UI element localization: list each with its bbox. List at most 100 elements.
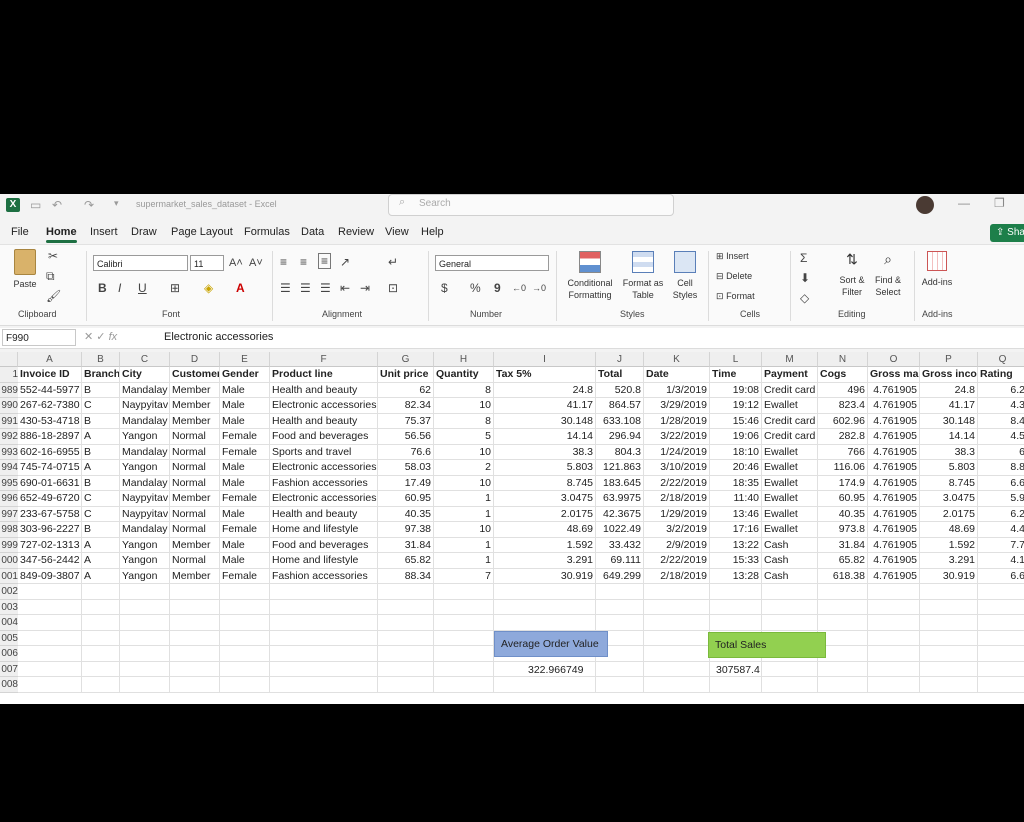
orientation-icon[interactable]: ↗ <box>340 255 350 269</box>
cell[interactable]: 1 <box>434 537 494 553</box>
row-header[interactable]: 007 <box>0 661 18 677</box>
row-header[interactable]: 989 <box>0 382 18 398</box>
increase-decimal-icon[interactable]: ←0 <box>512 281 526 295</box>
cell[interactable]: 4.3 <box>978 398 1024 414</box>
cell[interactable]: 886-18-2897 <box>18 429 82 445</box>
cell[interactable]: A <box>82 429 120 445</box>
tab-formulas[interactable]: Formulas <box>244 226 290 238</box>
column-header[interactable]: J <box>596 352 644 367</box>
cell[interactable]: 11:40 <box>710 491 762 507</box>
cell[interactable]: 5 <box>434 429 494 445</box>
cell[interactable] <box>434 584 494 600</box>
cell[interactable] <box>18 661 82 677</box>
cell[interactable]: Tax 5% <box>494 367 596 383</box>
cell[interactable]: A <box>82 553 120 569</box>
cell[interactable]: 766 <box>818 444 868 460</box>
cell[interactable]: 649.299 <box>596 568 644 584</box>
cell[interactable] <box>596 661 644 677</box>
cell[interactable] <box>120 646 170 662</box>
column-header[interactable]: Q <box>978 352 1024 367</box>
cell[interactable] <box>596 615 644 631</box>
tab-page-layout[interactable]: Page Layout <box>171 226 233 238</box>
cell[interactable] <box>710 584 762 600</box>
cell[interactable]: 4.761905 <box>868 429 920 445</box>
cell[interactable]: 690-01-6631 <box>18 475 82 491</box>
cell[interactable]: 2.0175 <box>494 506 596 522</box>
cell[interactable] <box>120 584 170 600</box>
borders-icon[interactable]: ⊞ <box>170 281 180 295</box>
cell[interactable]: 40.35 <box>818 506 868 522</box>
cell[interactable]: Health and beauty <box>270 506 378 522</box>
cell[interactable]: Normal <box>170 429 220 445</box>
cell[interactable]: Member <box>170 382 220 398</box>
tab-help[interactable]: Help <box>421 226 444 238</box>
cell[interactable] <box>378 677 434 693</box>
cell[interactable] <box>868 584 920 600</box>
row-header[interactable]: 995 <box>0 475 18 491</box>
cell[interactable] <box>868 661 920 677</box>
cell[interactable] <box>120 661 170 677</box>
cell[interactable]: 17:16 <box>710 522 762 538</box>
cell[interactable] <box>920 584 978 600</box>
wrap-text-icon[interactable]: ↵ <box>388 255 398 269</box>
cell[interactable]: 4.761905 <box>868 413 920 429</box>
cell[interactable]: 30.148 <box>920 413 978 429</box>
cell[interactable]: Member <box>170 491 220 507</box>
delete-cells-button[interactable]: ⊟ Delete <box>716 271 752 282</box>
cell[interactable]: 1/29/2019 <box>644 506 710 522</box>
cell[interactable] <box>868 646 920 662</box>
cell[interactable]: 8.4 <box>978 414 1024 429</box>
column-header[interactable]: A <box>18 352 82 367</box>
cell[interactable] <box>220 615 270 631</box>
column-header[interactable]: B <box>82 352 120 367</box>
row-header[interactable]: 005 <box>0 630 18 646</box>
cell[interactable]: 267-62-7380 <box>18 398 82 414</box>
cell[interactable]: Mandalay <box>120 475 170 491</box>
cell[interactable]: Cash <box>762 568 818 584</box>
cell[interactable]: 62 <box>378 382 434 398</box>
tab-view[interactable]: View <box>385 226 409 238</box>
cell[interactable]: Fashion accessories <box>270 475 378 491</box>
cell[interactable]: 4.761905 <box>868 475 920 491</box>
cell[interactable] <box>978 631 1024 646</box>
cell[interactable]: Male <box>220 506 270 522</box>
cell[interactable]: Female <box>220 429 270 445</box>
cell[interactable] <box>378 646 434 662</box>
decrease-indent-icon[interactable]: ⇤ <box>340 281 350 295</box>
cell[interactable]: Electronic accessories <box>270 491 378 507</box>
cell[interactable]: Naypyitav <box>120 506 170 522</box>
undo-icon[interactable]: ↶ <box>52 198 62 212</box>
cell[interactable]: Food and beverages <box>270 429 378 445</box>
cell[interactable] <box>18 615 82 631</box>
row-header[interactable]: 997 <box>0 506 18 522</box>
cell[interactable] <box>220 661 270 677</box>
cell[interactable] <box>270 677 378 693</box>
cell[interactable]: Credit card <box>762 413 818 429</box>
cell[interactable]: 3/2/2019 <box>644 522 710 538</box>
cell[interactable] <box>220 630 270 646</box>
cell[interactable]: 296.94 <box>596 429 644 445</box>
cell[interactable]: Gross incor <box>920 367 978 383</box>
cell[interactable]: 60.95 <box>378 491 434 507</box>
cell[interactable]: 10 <box>434 522 494 538</box>
row-header[interactable]: 000 <box>0 553 18 569</box>
cell[interactable]: Ewallet <box>762 475 818 491</box>
cell[interactable]: Yangon <box>120 568 170 584</box>
user-avatar[interactable] <box>916 196 934 214</box>
cell[interactable]: 19:08 <box>710 382 762 398</box>
font-name-select[interactable]: Calibri <box>93 255 188 271</box>
cell[interactable] <box>170 599 220 615</box>
fx-icon[interactable]: fx <box>109 331 118 343</box>
column-header[interactable]: I <box>494 352 596 367</box>
cell[interactable]: 4.761905 <box>868 553 920 569</box>
cell[interactable]: Naypyitav <box>120 491 170 507</box>
column-header[interactable]: K <box>644 352 710 367</box>
cell[interactable]: 8.745 <box>494 475 596 491</box>
cell[interactable]: 8.8 <box>978 460 1024 476</box>
cell[interactable]: 823.4 <box>818 398 868 414</box>
insert-cells-button[interactable]: ⊞ Insert <box>716 251 749 262</box>
cell[interactable] <box>644 630 710 646</box>
cell[interactable]: 1 <box>434 553 494 569</box>
cell[interactable]: 41.17 <box>494 398 596 414</box>
row-header[interactable]: 1 <box>0 367 18 383</box>
